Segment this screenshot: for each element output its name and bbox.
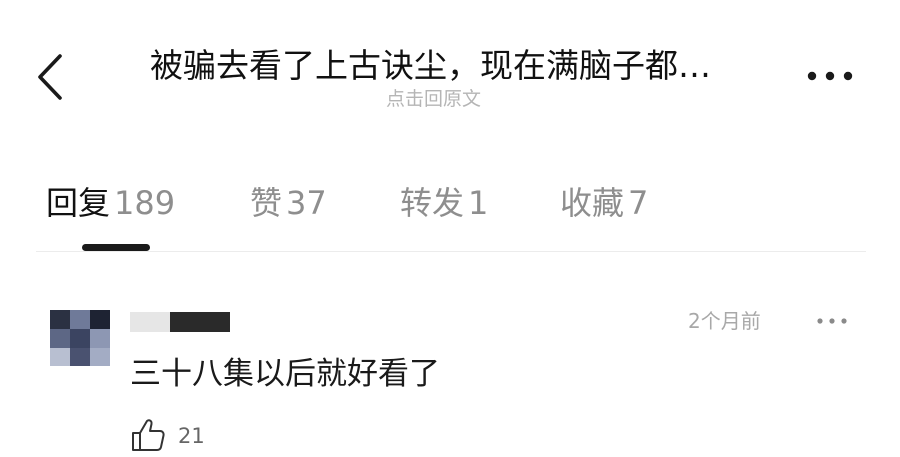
tab-replies-label: 回复 [46, 184, 111, 222]
chevron-left-icon [38, 54, 62, 100]
more-horizontal-icon [807, 71, 853, 81]
tab-replies-count: 189 [114, 184, 176, 222]
view-original-link[interactable]: 点击回原文 [386, 86, 481, 112]
tab-likes-label: 赞 [250, 184, 283, 222]
tab-reposts[interactable]: 转发 1 [400, 180, 488, 226]
tab-replies[interactable]: 回复 189 [46, 180, 175, 226]
comment-item: 2个月前 三十八集以后就好看了 21 [0, 290, 900, 457]
thumbs-up-icon [132, 419, 165, 451]
tab-likes-count: 37 [286, 184, 327, 222]
redaction-block [130, 312, 170, 332]
tab-reposts-label: 转发 [400, 184, 465, 222]
like-count: 21 [178, 424, 205, 448]
tab-likes[interactable]: 赞 37 [250, 180, 327, 226]
username-redacted[interactable] [130, 312, 230, 332]
more-horizontal-icon [817, 318, 847, 324]
more-options-button[interactable] [802, 62, 858, 90]
comment-timestamp: 2个月前 [688, 309, 761, 333]
user-avatar[interactable] [50, 310, 110, 366]
tab-favorites-label: 收藏 [560, 184, 625, 222]
back-button[interactable] [30, 52, 70, 102]
active-tab-indicator [82, 244, 150, 251]
top-bar: 被骗去看了上古诀尘，现在满脑子都… 点击回原文 [0, 0, 900, 130]
comment-more-button[interactable] [814, 310, 850, 332]
comment-text: 三十八集以后就好看了 [130, 356, 440, 392]
tab-reposts-count: 1 [468, 184, 489, 222]
tabs-divider [36, 251, 866, 252]
redaction-block [170, 312, 230, 332]
interaction-tabs: 回复 189 赞 37 转发 1 收藏 7 [0, 170, 900, 251]
post-title[interactable]: 被骗去看了上古诀尘，现在满脑子都… [150, 44, 770, 88]
tab-favorites-count: 7 [628, 184, 649, 222]
tab-favorites[interactable]: 收藏 7 [560, 180, 648, 226]
